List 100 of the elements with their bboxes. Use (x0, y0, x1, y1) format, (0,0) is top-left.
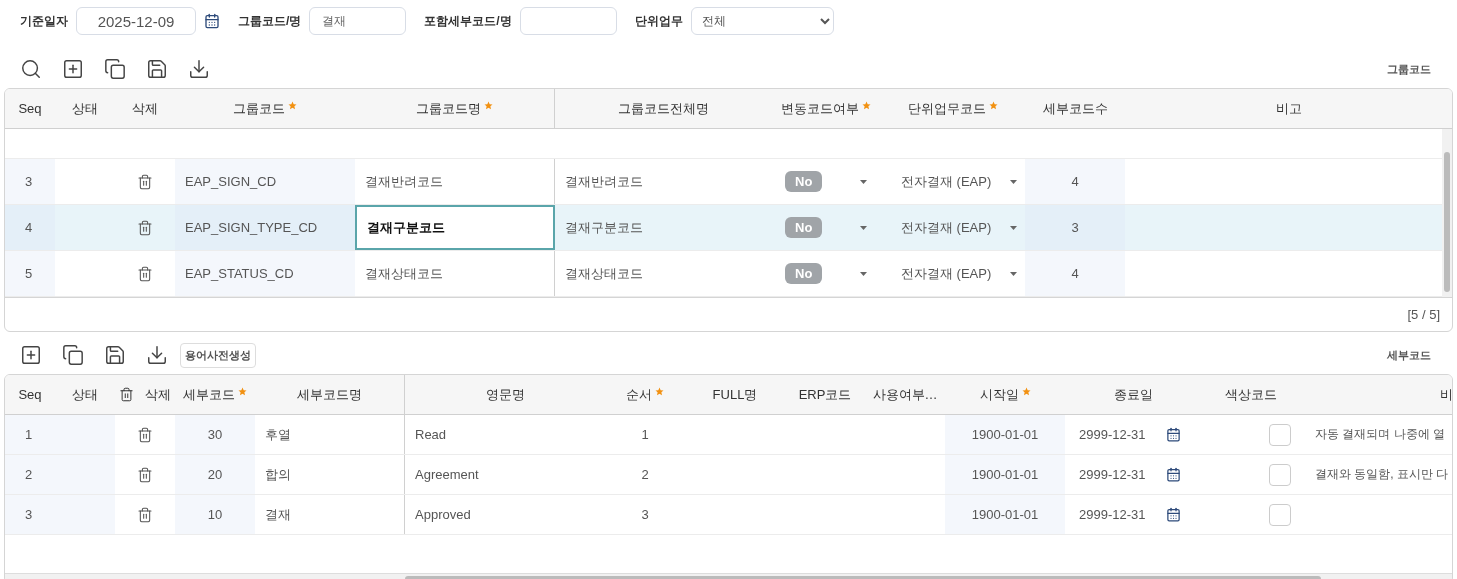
trash-icon[interactable] (137, 219, 153, 236)
download-icon[interactable] (146, 344, 168, 366)
column-header[interactable]: 그룹코드 (233, 99, 285, 118)
trash-icon[interactable] (137, 173, 153, 190)
caret-icon[interactable] (1010, 179, 1017, 184)
column-header[interactable]: 삭제 (132, 99, 158, 118)
table-cell (55, 415, 115, 454)
table-cell: 후열 (265, 425, 291, 444)
column-header[interactable]: 비 (1439, 385, 1452, 404)
caret-icon[interactable] (1010, 271, 1017, 276)
table-cell: 자동 결재되며 나중에 열 (1315, 426, 1445, 443)
generate-glossary-button[interactable]: 용어사전생성 (180, 342, 256, 368)
copy-icon[interactable] (62, 344, 84, 366)
column-header[interactable]: 변동코드여부 (781, 99, 859, 118)
column-header[interactable]: 영문명 (485, 385, 525, 404)
column-header[interactable]: 사용여부… (872, 385, 938, 404)
table-cell: 1900-01-01 (971, 507, 1039, 522)
required-star-icon (238, 387, 247, 396)
table-cell: 1 (641, 427, 649, 442)
caret-icon[interactable] (860, 271, 867, 276)
save-icon[interactable] (146, 58, 168, 80)
column-header[interactable]: 순서 (626, 385, 652, 404)
search-icon[interactable] (20, 58, 42, 80)
calendar-icon[interactable] (1166, 507, 1181, 522)
column-header[interactable]: 색상코드 (1225, 385, 1277, 404)
table-cell: 결재반려코드 (565, 172, 643, 191)
table-cell-text: 4 (24, 220, 33, 235)
select-field[interactable]: 전체 (690, 7, 834, 35)
column-header[interactable]: Seq (18, 387, 42, 402)
column-header[interactable]: 시작일 (979, 385, 1019, 404)
table-cell-text: 3 (24, 174, 33, 189)
table-cell-text: 1 (24, 427, 33, 442)
required-star-icon (862, 101, 871, 110)
table-cell[interactable]: 결재반려코드 (355, 159, 555, 204)
table-cell-text: 3 (24, 507, 33, 522)
table-cell: 10 (207, 507, 223, 522)
download-icon[interactable] (188, 58, 210, 80)
column-header[interactable]: Seq (18, 101, 42, 116)
table-cell-text: 2 (24, 467, 33, 482)
table-row[interactable]: 5 EAP_STATUS_CD 결재상태코드 결재상태코드 No 전자결재 (EAP) 4 (5, 251, 1442, 297)
table-cell: Agreement (415, 467, 479, 482)
required-star-icon (1021, 387, 1031, 396)
caret-icon[interactable] (860, 225, 867, 230)
column-header[interactable]: 비고 (1275, 99, 1302, 118)
scrollbar[interactable] (1442, 129, 1452, 297)
table-cell[interactable]: 결재상태코드 (355, 251, 555, 296)
color-swatch[interactable] (1269, 463, 1291, 486)
date-field[interactable]: 2025-12-09 (76, 7, 196, 35)
table-cell: 전자결재 (EAP) (901, 264, 992, 283)
add-icon[interactable] (20, 344, 42, 366)
table-cell: 결재와 동일함, 표시만 다 (1315, 466, 1449, 483)
column-header[interactable]: 종료일 (1113, 385, 1153, 404)
table-cell: 결재구분코드 (565, 218, 643, 237)
table-cell: 4 (1071, 174, 1079, 189)
table-cell: 20 (207, 467, 223, 482)
column-header[interactable]: 세부코드 (183, 385, 235, 404)
table-cell: 2999-12-31 (1079, 427, 1146, 442)
column-header[interactable]: 그룹코드전체명 (617, 99, 709, 118)
trash-icon[interactable] (119, 387, 134, 402)
table-row[interactable]: 4 EAP_SIGN_TYPE_CD 결재구분코드 결재구분코드 No 전자결재 (EAP) 3 (5, 205, 1442, 251)
filter-label: 포함세부코드/명 (424, 12, 512, 30)
calendar-icon[interactable] (204, 13, 220, 29)
table-cell: 3 (1071, 220, 1079, 235)
column-header[interactable]: 세부코드명 (297, 385, 362, 404)
column-header[interactable]: 단위업무코드 (908, 99, 986, 118)
grid-title: 그룹코드 (1387, 61, 1432, 77)
column-header[interactable]: 세부코드수 (1042, 99, 1108, 118)
column-header[interactable]: 삭제 (145, 385, 171, 404)
calendar-icon[interactable] (1166, 467, 1181, 482)
filter-label: 그룹코드/명 (238, 12, 302, 30)
save-icon[interactable] (104, 344, 126, 366)
search-field[interactable] (519, 7, 617, 35)
required-star-icon (484, 101, 493, 110)
column-header[interactable]: 상태 (72, 385, 98, 404)
table-row[interactable]: 3 EAP_SIGN_CD 결재반려코드 결재반려코드 No 전자결재 (EAP) 4 (5, 159, 1442, 205)
table-cell: EAP_SIGN_TYPE_CD (185, 220, 318, 235)
table-cell: 결재 (265, 505, 291, 524)
search-field[interactable]: 결재 (309, 7, 407, 35)
required-star-icon (655, 387, 664, 396)
add-icon[interactable] (62, 58, 84, 80)
table-cell: 1900-01-01 (971, 427, 1039, 442)
column-header[interactable]: 상태 (72, 99, 98, 118)
trash-icon[interactable] (137, 426, 153, 443)
column-header[interactable]: FULL명 (712, 385, 758, 404)
calendar-icon[interactable] (1166, 427, 1181, 442)
trash-icon[interactable] (137, 265, 153, 282)
caret-icon[interactable] (860, 179, 867, 184)
column-header[interactable]: ERP코드 (798, 385, 852, 404)
table-cell: EAP_STATUS_CD (185, 266, 294, 281)
trash-icon[interactable] (137, 506, 153, 523)
color-swatch[interactable] (1269, 423, 1291, 446)
column-header[interactable]: 그룹코드명 (416, 99, 481, 118)
copy-icon[interactable] (104, 58, 126, 80)
cell-editor[interactable]: 결재구분코드 (355, 205, 555, 250)
caret-icon[interactable] (1010, 225, 1017, 230)
color-swatch[interactable] (1269, 503, 1291, 526)
table-cell: 합의 (265, 465, 291, 484)
filter-label: 단위업무 (634, 12, 683, 30)
trash-icon[interactable] (137, 466, 153, 483)
table-cell: EAP_SIGN_CD (185, 174, 277, 189)
